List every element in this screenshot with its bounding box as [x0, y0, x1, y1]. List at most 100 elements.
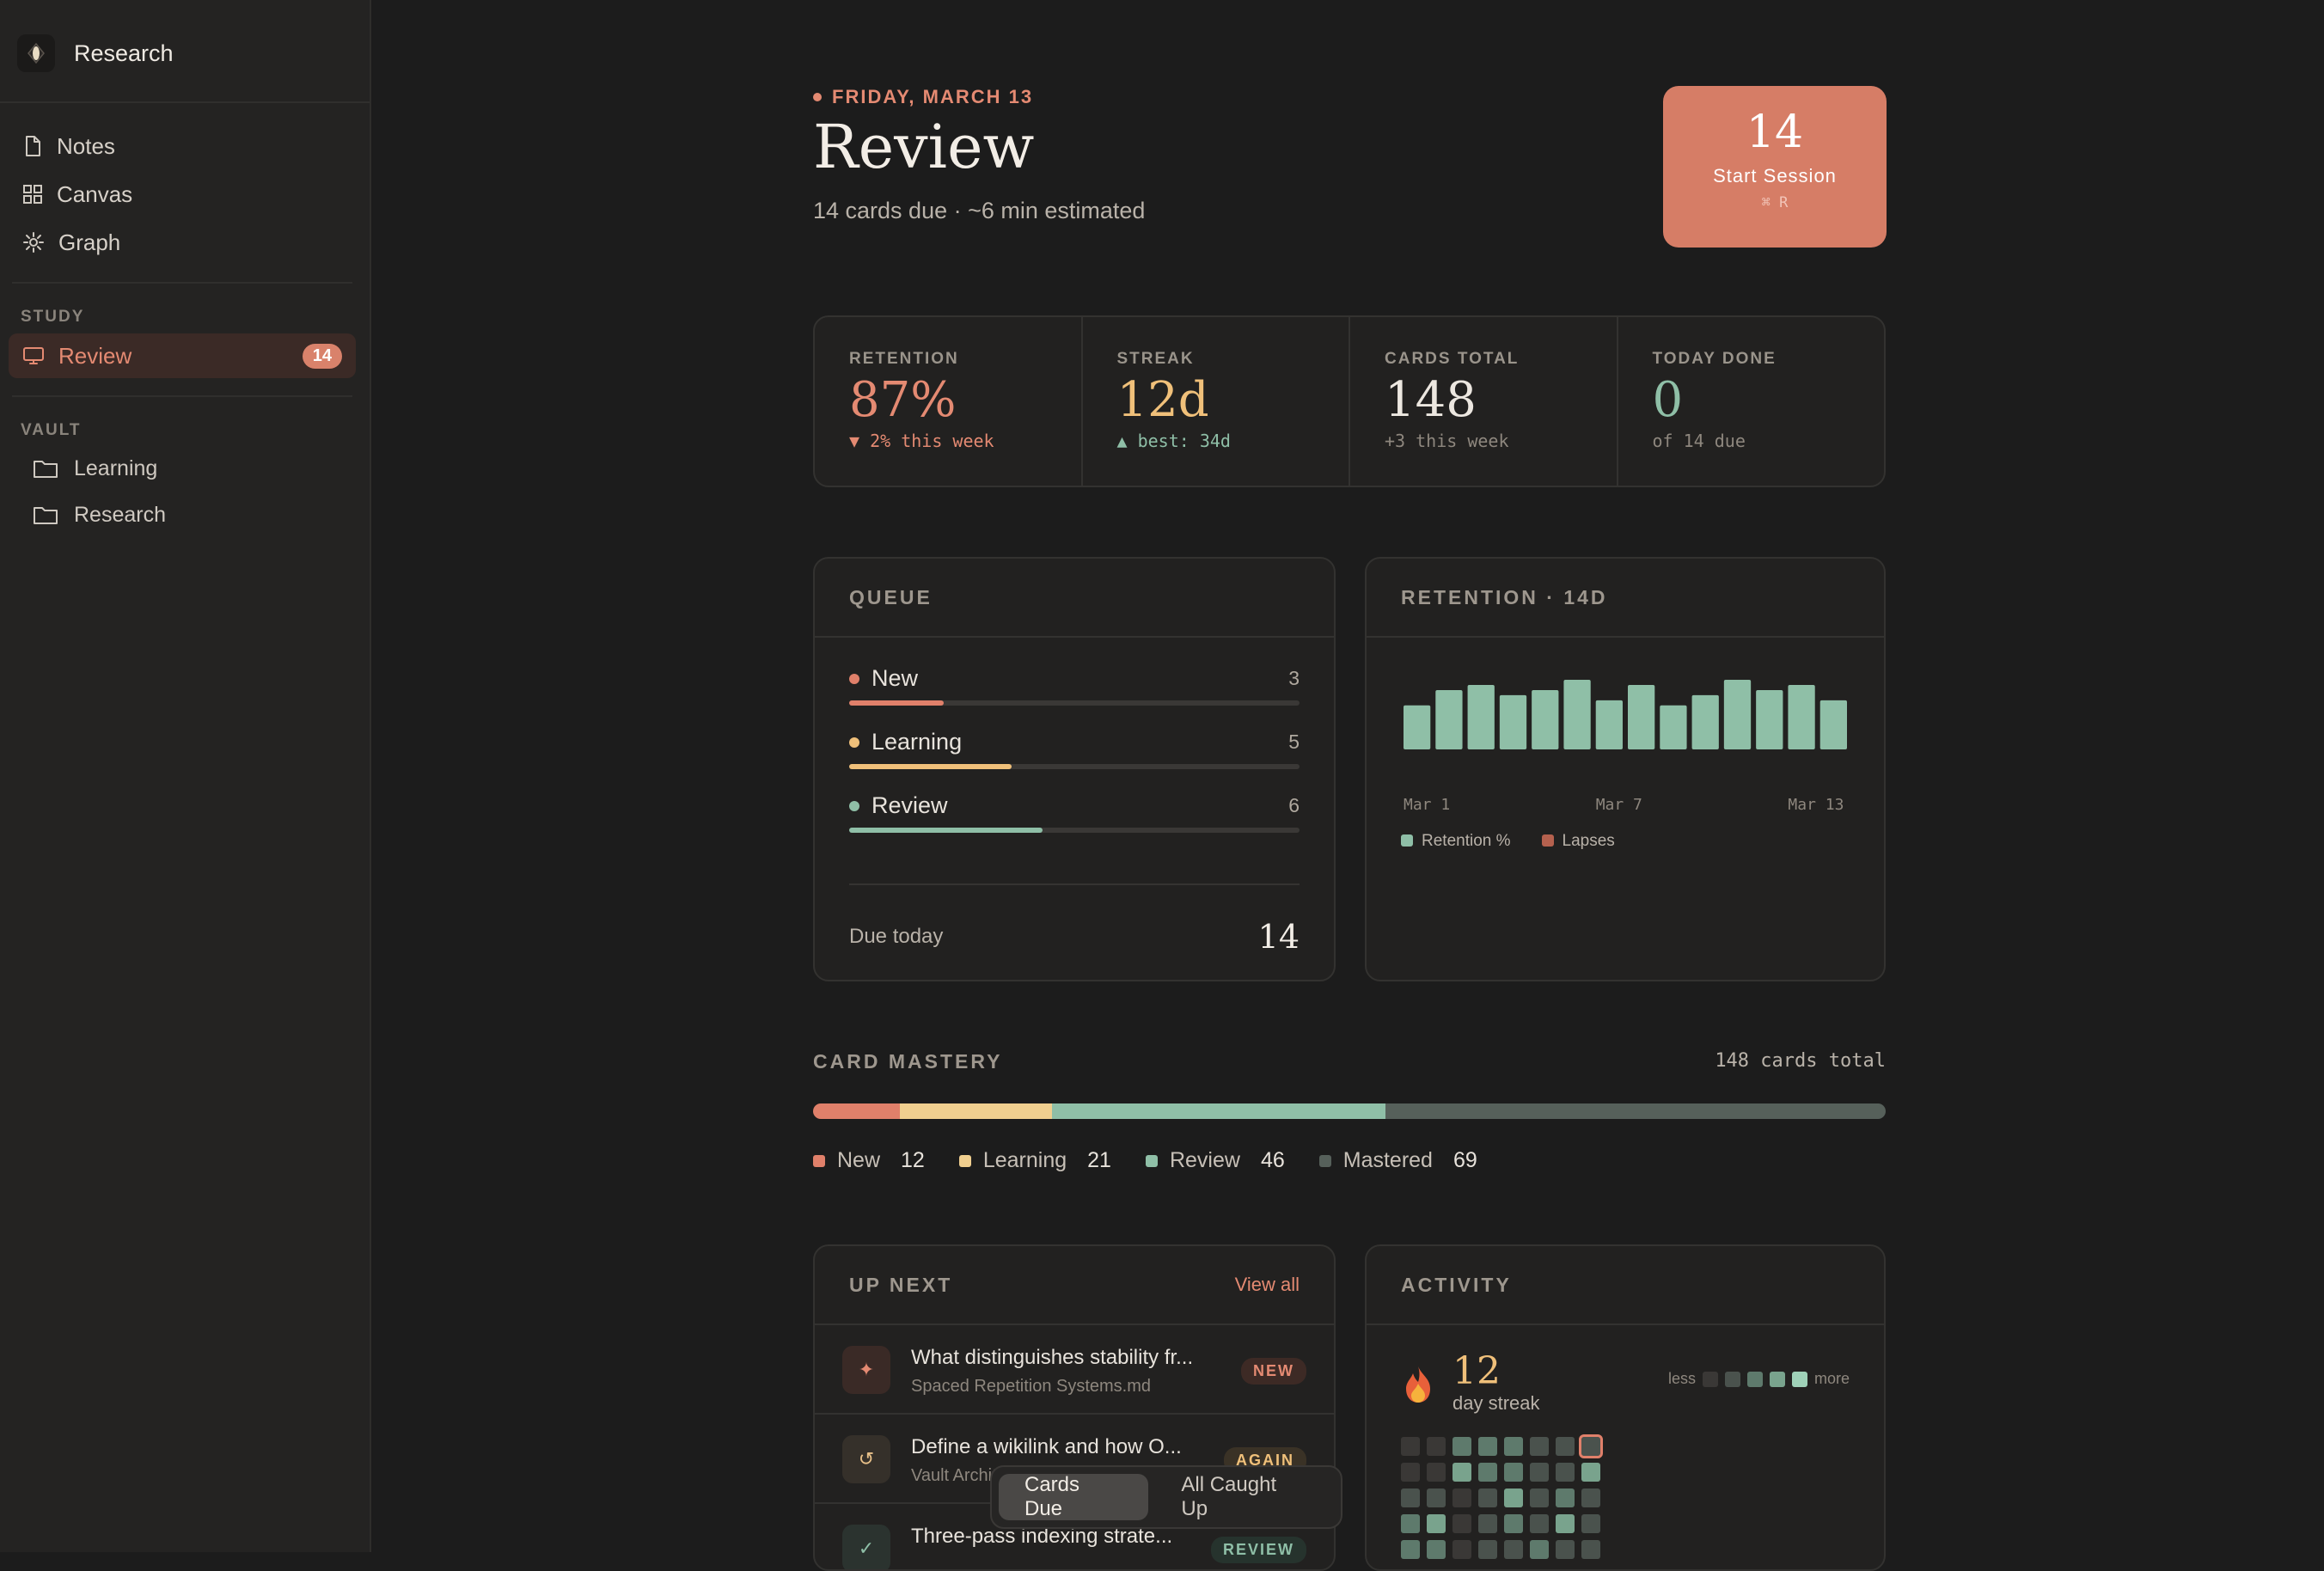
heatmap-cell[interactable]	[1401, 1540, 1420, 1559]
heatmap-cell[interactable]	[1427, 1437, 1446, 1456]
heatmap-cell[interactable]	[1504, 1463, 1523, 1482]
heatmap-cell[interactable]	[1478, 1437, 1497, 1456]
stat-value: 148	[1385, 372, 1477, 428]
legend-label: Lapses	[1562, 832, 1615, 850]
heatmap-cell[interactable]	[1452, 1514, 1471, 1533]
stat-label: STREAK	[1116, 350, 1195, 368]
heatmap-cell[interactable]	[1530, 1540, 1549, 1559]
legend-item-lapses: Lapses	[1541, 832, 1615, 851]
activity-heatmap	[1401, 1434, 1603, 1559]
heatmap-cell[interactable]	[1452, 1463, 1471, 1482]
heatmap-legend: less more	[1668, 1370, 1850, 1388]
sidebar-item-notes[interactable]: Notes	[9, 124, 356, 168]
queue-progress-track	[849, 700, 1300, 706]
retention-bar	[1435, 689, 1463, 749]
heatmap-cell[interactable]	[1478, 1540, 1497, 1559]
folder-icon	[34, 507, 58, 524]
mastery-segment-learning	[900, 1103, 1053, 1119]
heatmap-cell[interactable]	[1427, 1488, 1446, 1507]
up-next-item-title: Define a wikilink and how O...	[911, 1435, 1182, 1458]
queue-progress-fill	[849, 700, 945, 706]
retry-icon: ↺	[842, 1435, 890, 1483]
legend-value: 21	[1087, 1148, 1111, 1172]
queue-progress-fill	[849, 764, 1012, 769]
legend-item-retention: Retention %	[1401, 832, 1511, 851]
folder-icon	[34, 461, 58, 478]
toggle-all-caught-up[interactable]: All Caught Up	[1155, 1473, 1334, 1520]
queue-row-label: New	[872, 665, 919, 691]
heatmap-cell[interactable]	[1581, 1488, 1600, 1507]
heatmap-cell[interactable]	[1401, 1437, 1420, 1456]
heatmap-cell[interactable]	[1452, 1540, 1471, 1559]
heatmap-cell[interactable]	[1556, 1488, 1575, 1507]
queue-row-count: 6	[1288, 794, 1300, 816]
workspace-switcher[interactable]: Research	[17, 34, 174, 72]
heatmap-cell[interactable]	[1401, 1463, 1420, 1482]
heatmap-cell[interactable]	[1556, 1514, 1575, 1533]
monitor-icon	[23, 347, 44, 364]
heatmap-cell[interactable]	[1452, 1437, 1471, 1456]
heatmap-cell[interactable]	[1478, 1514, 1497, 1533]
legend-label: Review	[1169, 1148, 1240, 1172]
view-all-link[interactable]: View all	[1235, 1274, 1300, 1296]
sidebar-item-label: Review	[58, 342, 132, 369]
sidebar-folder-research[interactable]: Research	[33, 496, 166, 534]
legend-label: Mastered	[1342, 1148, 1433, 1172]
heatmap-cell[interactable]	[1452, 1488, 1471, 1507]
heatmap-cell[interactable]	[1530, 1463, 1549, 1482]
sidebar-folder-learning[interactable]: Learning	[33, 449, 157, 487]
heatmap-cell[interactable]	[1556, 1463, 1575, 1482]
retention-bar	[1404, 705, 1431, 749]
heatmap-cell[interactable]	[1556, 1437, 1575, 1456]
due-today-value: 14	[1257, 918, 1300, 956]
heatmap-cell[interactable]	[1478, 1488, 1497, 1507]
retention-bar	[1660, 705, 1687, 749]
legend-swatch	[958, 1154, 971, 1167]
sidebar-item-review[interactable]: Review 14	[9, 333, 356, 378]
stat-label: TODAY DONE	[1652, 350, 1777, 368]
card-title: QUEUE	[849, 585, 933, 608]
heatmap-cell[interactable]	[1581, 1463, 1600, 1482]
sidebar-divider	[0, 101, 370, 103]
heatmap-cell[interactable]	[1530, 1514, 1549, 1533]
legend-label: New	[837, 1148, 881, 1172]
date-dot-icon	[813, 93, 822, 101]
legend-swatch	[1401, 834, 1413, 847]
heatmap-cell[interactable]	[1427, 1514, 1446, 1533]
mastery-segment-mastered	[1385, 1103, 1886, 1119]
up-next-item[interactable]: ✦ What distinguishes stability fr... Spa…	[815, 1325, 1334, 1415]
flame-icon	[1401, 1365, 1435, 1413]
status-dot-icon	[849, 673, 859, 684]
sidebar-item-canvas[interactable]: Canvas	[9, 172, 356, 217]
heatmap-cell[interactable]	[1556, 1540, 1575, 1559]
heatmap-cell[interactable]	[1401, 1488, 1420, 1507]
heatmap-cell[interactable]	[1401, 1514, 1420, 1533]
queue-row-review: Review 6	[849, 792, 1300, 833]
mastery-legend-new: New 12	[813, 1148, 925, 1173]
heatmap-swatch	[1702, 1371, 1718, 1387]
toggle-cards-due[interactable]: Cards Due	[999, 1473, 1149, 1520]
sidebar-item-graph[interactable]: Graph	[9, 220, 356, 265]
heatmap-cell[interactable]	[1427, 1463, 1446, 1482]
heatmap-cell[interactable]	[1478, 1463, 1497, 1482]
heatmap-cell[interactable]	[1530, 1437, 1549, 1456]
heatmap-cell[interactable]	[1504, 1437, 1523, 1456]
retention-chart-header: RETENTION · 14D	[1367, 559, 1884, 638]
heatmap-cell[interactable]	[1581, 1514, 1600, 1533]
retention-bar	[1628, 685, 1655, 749]
heatmap-cell[interactable]	[1504, 1540, 1523, 1559]
heatmap-cell[interactable]	[1427, 1540, 1446, 1559]
sidebar: Research Notes Canvas Graph STUDY Review…	[0, 0, 371, 1552]
heatmap-cell[interactable]	[1504, 1488, 1523, 1507]
heatmap-cell[interactable]	[1581, 1540, 1600, 1559]
x-tick-label: Mar 7	[1596, 796, 1642, 814]
page-subtitle: 14 cards due · ~6 min estimated	[813, 198, 1146, 223]
queue-row-label: Learning	[872, 729, 963, 755]
heatmap-cell[interactable]	[1530, 1488, 1549, 1507]
start-session-button[interactable]: 14 Start Session ⌘ R	[1663, 86, 1887, 248]
sidebar-item-label: Canvas	[57, 180, 133, 207]
heatmap-cell[interactable]	[1579, 1434, 1603, 1458]
retention-bar-chart: Mar 1 Mar 7 Mar 13	[1404, 680, 1847, 814]
stat-sub: ▲ best: 34d	[1116, 431, 1231, 451]
heatmap-cell[interactable]	[1504, 1514, 1523, 1533]
